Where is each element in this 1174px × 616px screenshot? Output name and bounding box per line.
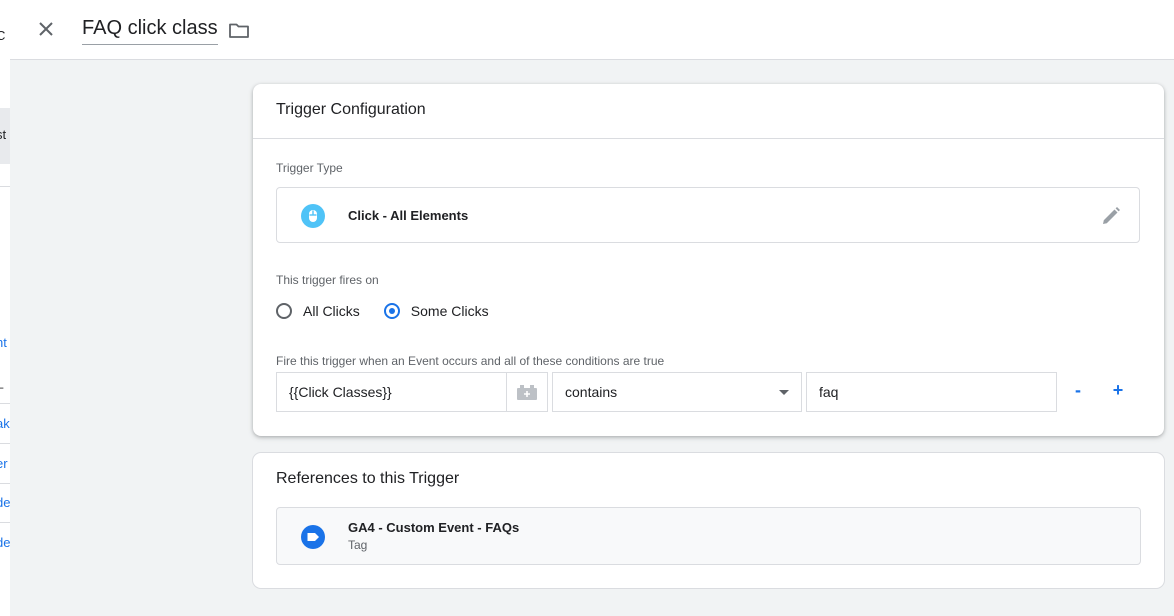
- reference-item[interactable]: GA4 - Custom Event - FAQs Tag: [276, 507, 1141, 565]
- background-divider: [0, 443, 10, 444]
- background-divider: [0, 483, 10, 484]
- panel-header: FAQ click class: [10, 0, 1174, 60]
- trigger-type-label: Trigger Type: [276, 161, 343, 175]
- background-divider: [0, 403, 10, 404]
- remove-condition-button[interactable]: -: [1068, 380, 1088, 401]
- variable-picker-button[interactable]: [506, 372, 548, 412]
- condition-variable-field[interactable]: {{Click Classes}}: [276, 372, 506, 412]
- trigger-type-selector[interactable]: Click - All Elements: [276, 187, 1140, 243]
- trigger-editor-panel: FAQ click class Trigger Configuration Tr…: [10, 0, 1174, 616]
- radio-circle-selected: [383, 303, 400, 319]
- close-icon: [39, 22, 53, 36]
- folder-button[interactable]: [227, 18, 251, 42]
- tag-icon: [301, 525, 325, 549]
- radio-some-clicks[interactable]: Some Clicks: [383, 303, 489, 319]
- condition-value-field[interactable]: faq: [806, 372, 1057, 412]
- mouse-click-icon: [301, 204, 325, 228]
- radio-all-clicks[interactable]: All Clicks: [276, 303, 360, 319]
- fires-on-radio-group: All Clicks Some Clicks: [276, 299, 513, 323]
- background-divider: [0, 186, 10, 187]
- background-fragment[interactable]: er: [0, 456, 8, 471]
- chevron-down-icon: [779, 390, 789, 395]
- card-title: References to this Trigger: [276, 470, 460, 487]
- background-fragment: C: [0, 28, 5, 43]
- trigger-name-input[interactable]: FAQ click class: [82, 16, 218, 45]
- folder-icon: [229, 23, 249, 38]
- conditions-label: Fire this trigger when an Event occurs a…: [276, 354, 665, 368]
- condition-operator-select[interactable]: contains: [552, 372, 802, 412]
- add-condition-button[interactable]: +: [1108, 380, 1128, 401]
- edit-pencil-icon[interactable]: [1099, 204, 1123, 228]
- radio-label: All Clicks: [303, 303, 360, 319]
- building-block-icon: [517, 385, 537, 400]
- reference-kind: Tag: [348, 538, 368, 552]
- background-divider: [0, 522, 10, 523]
- radio-circle: [276, 303, 292, 319]
- background-fragment: _: [0, 374, 3, 389]
- operator-value: contains: [565, 384, 618, 400]
- background-fragment[interactable]: nt: [0, 335, 7, 350]
- reference-name: GA4 - Custom Event - FAQs: [348, 520, 520, 535]
- radio-label: Some Clicks: [410, 303, 489, 319]
- trigger-configuration-card: Trigger Configuration Trigger Type Click…: [253, 84, 1164, 436]
- references-card: References to this Trigger GA4 - Custom …: [253, 453, 1164, 588]
- close-button[interactable]: [34, 17, 58, 41]
- background-fragment[interactable]: de: [0, 495, 10, 510]
- trigger-type-name: Click - All Elements: [348, 208, 469, 223]
- card-title: Trigger Configuration: [253, 84, 1164, 139]
- fires-on-label: This trigger fires on: [276, 273, 379, 287]
- background-fragment: st: [0, 127, 7, 142]
- background-fragment[interactable]: ak: [0, 416, 10, 431]
- background-fragment[interactable]: de: [0, 535, 10, 550]
